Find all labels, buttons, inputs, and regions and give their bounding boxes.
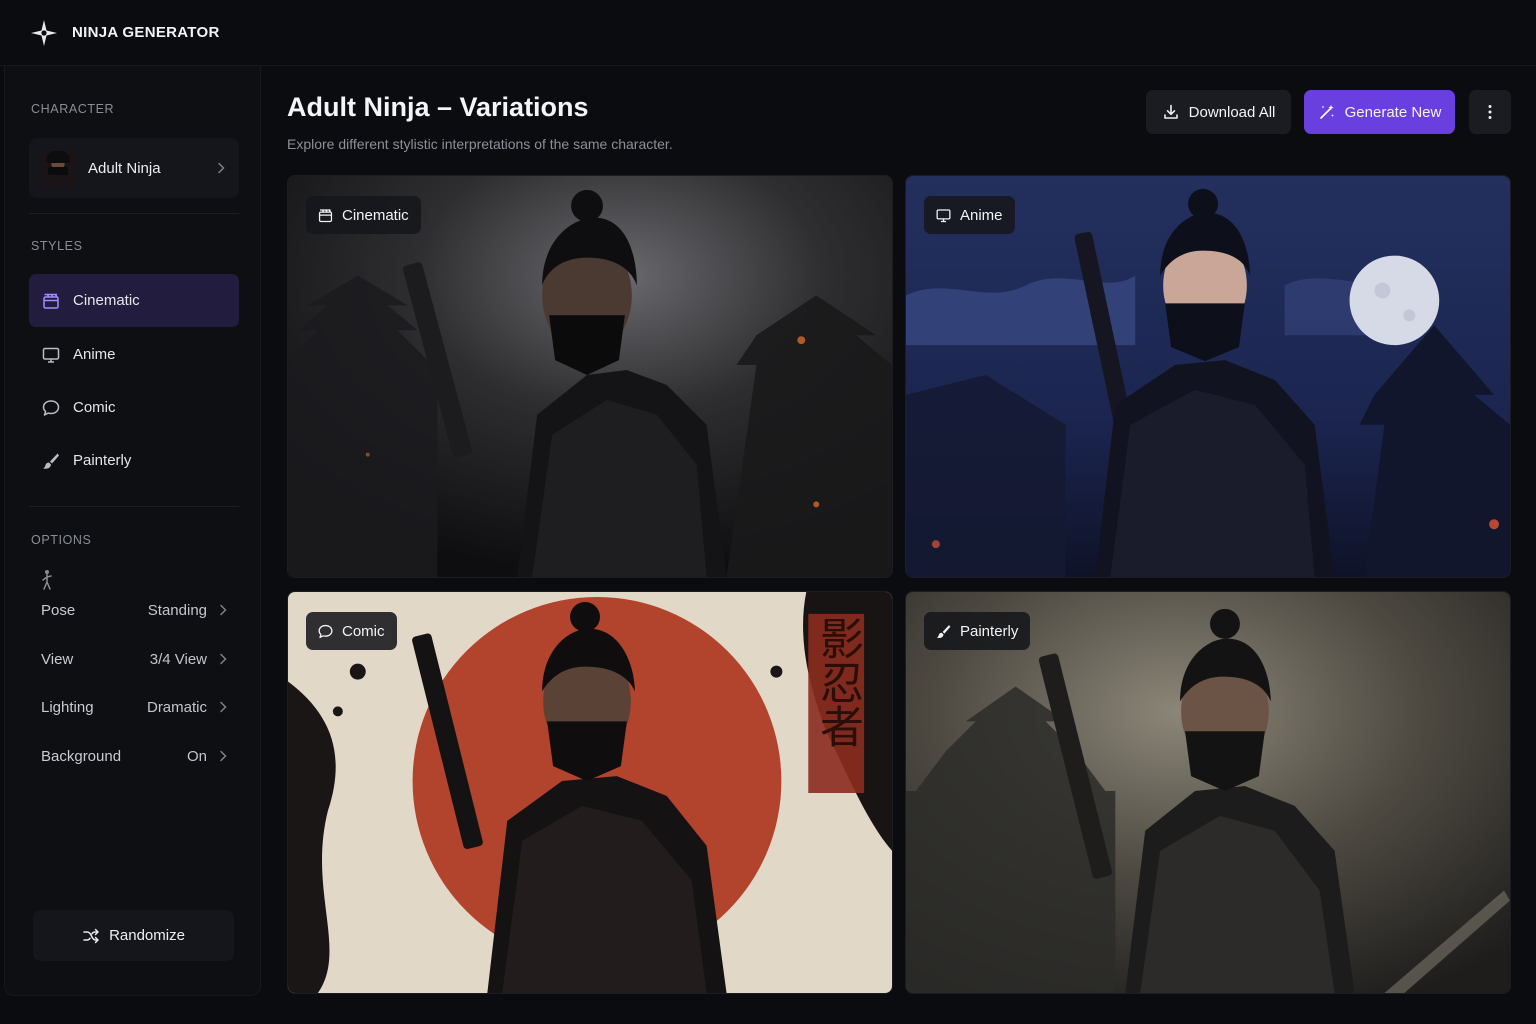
sidebar: CHARACTER Adult Ninja STYLES Cinematic A…	[4, 66, 261, 996]
page-subtitle: Explore different stylistic interpretati…	[287, 136, 673, 152]
option-value: Dramatic	[146, 698, 207, 716]
chevron-right-icon	[218, 162, 225, 174]
character-selector[interactable]: Adult Ninja	[29, 138, 239, 198]
style-item-cinematic[interactable]: Cinematic	[29, 274, 239, 327]
brush-icon	[43, 453, 59, 469]
comic-kanji-text: 影忍者	[812, 616, 863, 748]
download-all-label: Download All	[1188, 103, 1276, 121]
style-badge: Anime	[924, 196, 1015, 234]
option-value: Standing	[147, 601, 207, 619]
styles-section-label: STYLES	[31, 239, 83, 253]
generate-new-button[interactable]: Generate New	[1304, 90, 1455, 134]
style-badge: Cinematic	[306, 196, 421, 234]
chevron-right-icon	[220, 604, 227, 616]
download-all-button[interactable]: Download All	[1146, 90, 1291, 134]
chevron-right-icon	[220, 701, 227, 713]
option-view[interactable]: View 3/4 View	[41, 647, 231, 671]
option-value: On	[186, 747, 207, 765]
monitor-icon	[936, 208, 951, 222]
monitor-icon	[42, 347, 60, 363]
style-item-anime[interactable]: Anime	[29, 328, 239, 381]
option-lighting[interactable]: Lighting Dramatic	[41, 695, 231, 719]
sidebar-divider	[29, 506, 239, 507]
chevron-right-icon	[220, 750, 227, 762]
option-value: 3/4 View	[149, 650, 207, 668]
speech-bubble-icon	[42, 399, 60, 416]
style-badge-label: Cinematic	[342, 206, 409, 224]
shuriken-logo-icon	[31, 19, 57, 46]
style-badge: Painterly	[924, 612, 1031, 650]
variation-card-painterly[interactable]: Painterly	[905, 591, 1511, 994]
sidebar-divider	[29, 213, 239, 214]
cinematic-ninja-image	[288, 176, 892, 577]
chevron-right-icon	[220, 653, 227, 665]
painterly-ninja-image	[906, 592, 1510, 993]
more-options-button[interactable]	[1469, 90, 1511, 134]
magic-wand-icon	[1319, 104, 1334, 119]
option-pose[interactable]: Pose Standing	[41, 598, 231, 622]
kebab-menu-icon	[1488, 105, 1492, 119]
style-item-label: Comic	[73, 399, 116, 416]
anime-ninja-image	[906, 176, 1510, 577]
page-title: Adult Ninja – Variations	[287, 92, 589, 122]
randomize-label: Randomize	[109, 927, 185, 944]
style-item-label: Anime	[73, 346, 116, 363]
pose-figure-icon	[42, 570, 52, 590]
character-section-label: CHARACTER	[31, 102, 115, 116]
app-title: NINJA GENERATOR	[72, 24, 220, 41]
randomize-button[interactable]: Randomize	[33, 910, 234, 961]
top-bar: NINJA GENERATOR	[0, 0, 1536, 66]
option-name: Pose	[41, 601, 76, 619]
style-item-label: Cinematic	[73, 292, 140, 309]
clapperboard-icon	[43, 293, 59, 309]
variation-card-comic[interactable]: Comic 影忍者	[287, 591, 893, 994]
style-badge-label: Comic	[342, 622, 385, 640]
speech-bubble-icon	[318, 624, 333, 638]
option-background[interactable]: Background On	[41, 744, 231, 768]
generate-new-label: Generate New	[1344, 103, 1442, 121]
comic-ninja-image	[288, 592, 892, 993]
style-badge: Comic	[306, 612, 397, 650]
character-avatar	[40, 149, 76, 187]
style-item-painterly[interactable]: Painterly	[29, 434, 239, 487]
style-item-label: Painterly	[73, 452, 132, 469]
variation-card-anime[interactable]: Anime	[905, 175, 1511, 578]
variation-card-cinematic[interactable]: Cinematic	[287, 175, 893, 578]
character-name: Adult Ninja	[88, 159, 161, 177]
options-section-label: OPTIONS	[31, 533, 92, 547]
shuffle-icon	[83, 928, 99, 943]
option-name: Background	[41, 747, 122, 765]
clapperboard-icon	[318, 208, 333, 222]
style-badge-label: Painterly	[960, 622, 1019, 640]
option-name: View	[41, 650, 74, 668]
download-icon	[1163, 104, 1178, 119]
option-name: Lighting	[41, 698, 94, 716]
style-badge-label: Anime	[960, 206, 1003, 224]
style-item-comic[interactable]: Comic	[29, 381, 239, 434]
brush-icon	[936, 624, 951, 638]
